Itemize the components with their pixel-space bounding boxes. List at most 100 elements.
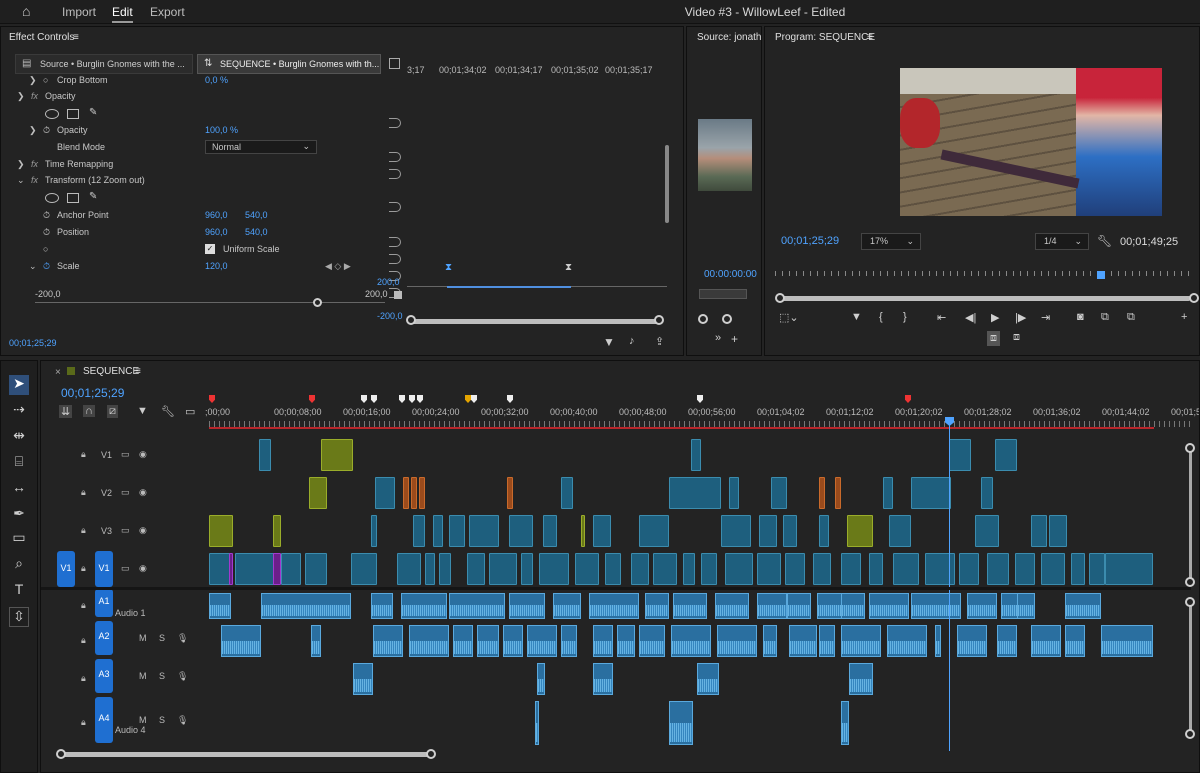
zoom-handle-left[interactable] bbox=[775, 293, 785, 303]
audio-clip[interactable] bbox=[841, 593, 865, 619]
captions-tool-icon[interactable]: ⇳ bbox=[9, 607, 29, 627]
selection-tool-icon[interactable]: ➤ bbox=[9, 375, 29, 395]
video-clip[interactable] bbox=[305, 553, 327, 585]
track-label[interactable]: V3 bbox=[101, 526, 112, 536]
video-clip[interactable] bbox=[403, 477, 409, 509]
property-value[interactable]: 0,0 % bbox=[205, 75, 228, 85]
vscroll-bottom[interactable] bbox=[1185, 729, 1195, 739]
compare-icon[interactable]: ⧉ bbox=[1101, 311, 1109, 324]
rectangle-mask-icon[interactable] bbox=[67, 193, 79, 203]
video-clip[interactable] bbox=[593, 515, 611, 547]
reset-icon[interactable] bbox=[389, 254, 401, 264]
transform-row[interactable]: ⌄ fx Transform (12 Zoom out) bbox=[15, 173, 407, 189]
lock-icon[interactable]: 🔒︎ bbox=[81, 487, 86, 498]
ripple-edit-tool-icon[interactable]: ⇹ bbox=[9, 427, 29, 447]
solo-button[interactable]: S bbox=[159, 671, 165, 681]
add-marker-icon[interactable]: ▼ bbox=[851, 311, 862, 323]
hand-tool-icon[interactable]: ⌕ bbox=[9, 555, 29, 575]
solo-button[interactable]: S bbox=[159, 633, 165, 643]
audio-track-a3[interactable] bbox=[209, 661, 1189, 697]
audio-clip[interactable] bbox=[997, 625, 1017, 657]
audio-clip[interactable] bbox=[561, 625, 577, 657]
video-clip[interactable] bbox=[439, 553, 451, 585]
video-clip[interactable] bbox=[467, 553, 485, 585]
go-to-out-icon[interactable]: ⇥ bbox=[1041, 311, 1050, 324]
video-clip[interactable] bbox=[959, 553, 979, 585]
go-to-in-icon[interactable]: ⇤ bbox=[937, 311, 946, 324]
audio-clip[interactable] bbox=[449, 593, 505, 619]
video-clip[interactable] bbox=[375, 477, 395, 509]
video-clip[interactable] bbox=[639, 515, 669, 547]
zoom-handle-right[interactable] bbox=[1189, 293, 1199, 303]
audio-clip[interactable] bbox=[527, 625, 557, 657]
eye-icon[interactable]: ◉ bbox=[139, 525, 147, 536]
video-clip[interactable] bbox=[521, 553, 533, 585]
vscroll-top[interactable] bbox=[1185, 597, 1195, 607]
lock-icon[interactable]: 🔒︎ bbox=[81, 635, 86, 646]
opacity-group-row[interactable]: ❯ fx Opacity bbox=[15, 89, 407, 105]
import-tab[interactable]: Import bbox=[62, 5, 96, 19]
video-clip[interactable] bbox=[995, 439, 1017, 471]
eye-icon[interactable]: ◉ bbox=[139, 487, 147, 498]
video-clip[interactable] bbox=[771, 477, 787, 509]
audio-clip[interactable] bbox=[669, 701, 693, 745]
mark-in-icon[interactable]: { bbox=[879, 311, 883, 323]
video-clip[interactable] bbox=[425, 553, 435, 585]
tab-program[interactable]: Program: SEQUENCE bbox=[775, 32, 875, 43]
video-clip[interactable] bbox=[987, 553, 1009, 585]
timeline-marker[interactable] bbox=[409, 395, 415, 403]
source-patch-v1[interactable]: V1 bbox=[57, 551, 75, 587]
audio-clip[interactable] bbox=[869, 593, 909, 619]
video-clip[interactable] bbox=[1089, 553, 1105, 585]
zoom-handle-left[interactable] bbox=[406, 315, 416, 325]
anchor-x-value[interactable]: 960,0 bbox=[205, 210, 228, 220]
audio-track-a1[interactable] bbox=[209, 591, 1189, 621]
video-clip[interactable] bbox=[1031, 515, 1047, 547]
keyframe-marker[interactable]: ⧗ bbox=[565, 262, 572, 273]
video-clip[interactable] bbox=[759, 515, 777, 547]
sync-icon[interactable]: ▭ bbox=[121, 525, 130, 536]
video-clip[interactable] bbox=[949, 439, 971, 471]
audio-clip[interactable] bbox=[697, 663, 719, 695]
video-clip[interactable] bbox=[371, 515, 377, 547]
timeline-vertical-scroll-a[interactable] bbox=[1189, 601, 1192, 731]
audio-clip[interactable] bbox=[715, 593, 749, 619]
video-clip[interactable] bbox=[489, 553, 517, 585]
audio-clip[interactable] bbox=[819, 625, 835, 657]
anchor-y-value[interactable]: 540,0 bbox=[245, 210, 268, 220]
add-button-icon[interactable]: + bbox=[731, 332, 738, 346]
playhead-line[interactable] bbox=[949, 421, 950, 751]
audio-clip[interactable] bbox=[401, 593, 447, 619]
step-forward-icon[interactable]: |▶ bbox=[1015, 311, 1026, 324]
position-x-value[interactable]: 960,0 bbox=[205, 227, 228, 237]
lock-icon[interactable]: 🔒︎ bbox=[81, 563, 86, 574]
sync-icon[interactable]: ▭ bbox=[121, 449, 130, 460]
video-clip[interactable] bbox=[413, 515, 425, 547]
track-select-tool-icon[interactable]: ⇢ bbox=[9, 401, 29, 421]
clear-keyframes-icon[interactable] bbox=[394, 291, 402, 299]
source-zoom-handle-right[interactable] bbox=[722, 314, 732, 324]
ec-timecode[interactable]: 00;01;25;29 bbox=[9, 338, 57, 348]
timeline-marker[interactable] bbox=[507, 395, 513, 403]
position-y-value[interactable]: 540,0 bbox=[245, 227, 268, 237]
video-clip[interactable] bbox=[981, 477, 993, 509]
lock-icon[interactable]: 🔒︎ bbox=[81, 717, 86, 728]
source-patch-button[interactable]: A3 bbox=[95, 659, 113, 693]
video-clip[interactable] bbox=[419, 477, 425, 509]
video-clip[interactable] bbox=[433, 515, 443, 547]
audio-clip[interactable] bbox=[261, 593, 351, 619]
video-clip[interactable] bbox=[581, 515, 585, 547]
timeline-marker[interactable] bbox=[399, 395, 405, 403]
video-clip[interactable] bbox=[1015, 553, 1035, 585]
video-clip[interactable] bbox=[911, 477, 951, 509]
audio-clip[interactable] bbox=[935, 625, 941, 657]
scroll-handle-left[interactable] bbox=[56, 749, 66, 759]
audio-clip[interactable] bbox=[503, 625, 523, 657]
video-clip[interactable] bbox=[449, 515, 465, 547]
video-clip[interactable] bbox=[721, 515, 751, 547]
add-marker-icon[interactable]: ▼ bbox=[137, 405, 148, 417]
audio-clip[interactable] bbox=[957, 625, 987, 657]
source-patch-button[interactable]: A4 bbox=[95, 697, 113, 743]
property-value[interactable]: 100,0 % bbox=[205, 125, 238, 135]
play-audio-icon[interactable]: ♪ bbox=[629, 335, 635, 347]
